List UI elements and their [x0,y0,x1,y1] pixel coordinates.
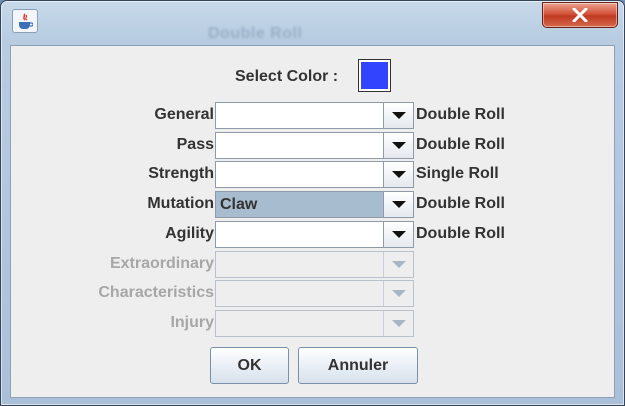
dropdown-button [383,281,413,306]
background-window-title: Double Roll [208,25,303,42]
skill-category-label: Extraordinary [109,255,214,272]
skill-combo-box[interactable] [215,102,414,129]
chevron-down-icon [391,171,406,178]
dropdown-button [383,252,413,277]
skill-combo-value [216,133,383,158]
skill-category-label: Injury [170,314,214,331]
skill-row: Characteristics [11,280,614,307]
skill-combo-box [215,310,414,337]
chevron-down-icon [391,261,406,268]
ok-button[interactable]: OK [210,347,289,384]
color-swatch-fill [361,62,388,89]
skill-combo-box[interactable] [215,132,414,159]
color-swatch-button[interactable] [358,59,391,92]
chevron-down-icon [391,201,406,208]
roll-type-label: Double Roll [416,195,505,212]
select-color-label: Select Color : [235,68,339,85]
skill-combo-value [216,311,383,336]
skill-combo-box [215,251,414,278]
skill-combo-value [216,222,383,247]
skill-combo-box [215,280,414,307]
skill-row: Agility Double Roll [11,221,614,248]
skill-combo-value [216,281,383,306]
dropdown-button [383,311,413,336]
chevron-down-icon [391,231,406,238]
skill-row: Extraordinary [11,251,614,278]
roll-type-label: Double Roll [416,106,505,123]
skill-category-label: Strength [148,165,214,182]
dialog-window: Double Roll Select Color : General Double… [0,0,625,406]
dialog-content: Select Color : General Double Roll Pass Dou… [10,45,615,398]
dropdown-button[interactable] [383,192,413,217]
skill-category-label: Agility [165,225,214,242]
chevron-down-icon [391,320,406,327]
skill-combo-value: Claw [216,192,383,217]
close-button[interactable] [542,2,618,28]
cancel-button[interactable]: Annuler [298,347,418,384]
skill-category-label: Mutation [147,195,214,212]
skill-category-label: Characteristics [98,284,214,301]
skill-category-label: General [154,106,214,123]
roll-type-label: Double Roll [416,136,505,153]
roll-type-label: Double Roll [416,225,505,242]
skill-category-label: Pass [176,136,214,153]
dropdown-button[interactable] [383,162,413,187]
chevron-down-icon [391,112,406,119]
chevron-down-icon [391,290,406,297]
skill-combo-value [216,252,383,277]
roll-type-label: Single Roll [416,165,499,182]
close-x-icon [572,8,588,22]
java-icon[interactable] [12,9,38,33]
dropdown-button[interactable] [383,103,413,128]
skill-row: General Double Roll [11,102,614,129]
skill-row: Injury [11,310,614,337]
skill-combo-value [216,162,383,187]
skill-row: Mutation Claw Double Roll [11,191,614,218]
skill-combo-box[interactable] [215,161,414,188]
skill-combo-box[interactable]: Claw [215,191,414,218]
skill-row: Pass Double Roll [11,132,614,159]
dropdown-button[interactable] [383,222,413,247]
skill-combo-box[interactable] [215,221,414,248]
skill-combo-value [216,103,383,128]
dropdown-button[interactable] [383,133,413,158]
skill-row: Strength Single Roll [11,161,614,188]
chevron-down-icon [391,142,406,149]
